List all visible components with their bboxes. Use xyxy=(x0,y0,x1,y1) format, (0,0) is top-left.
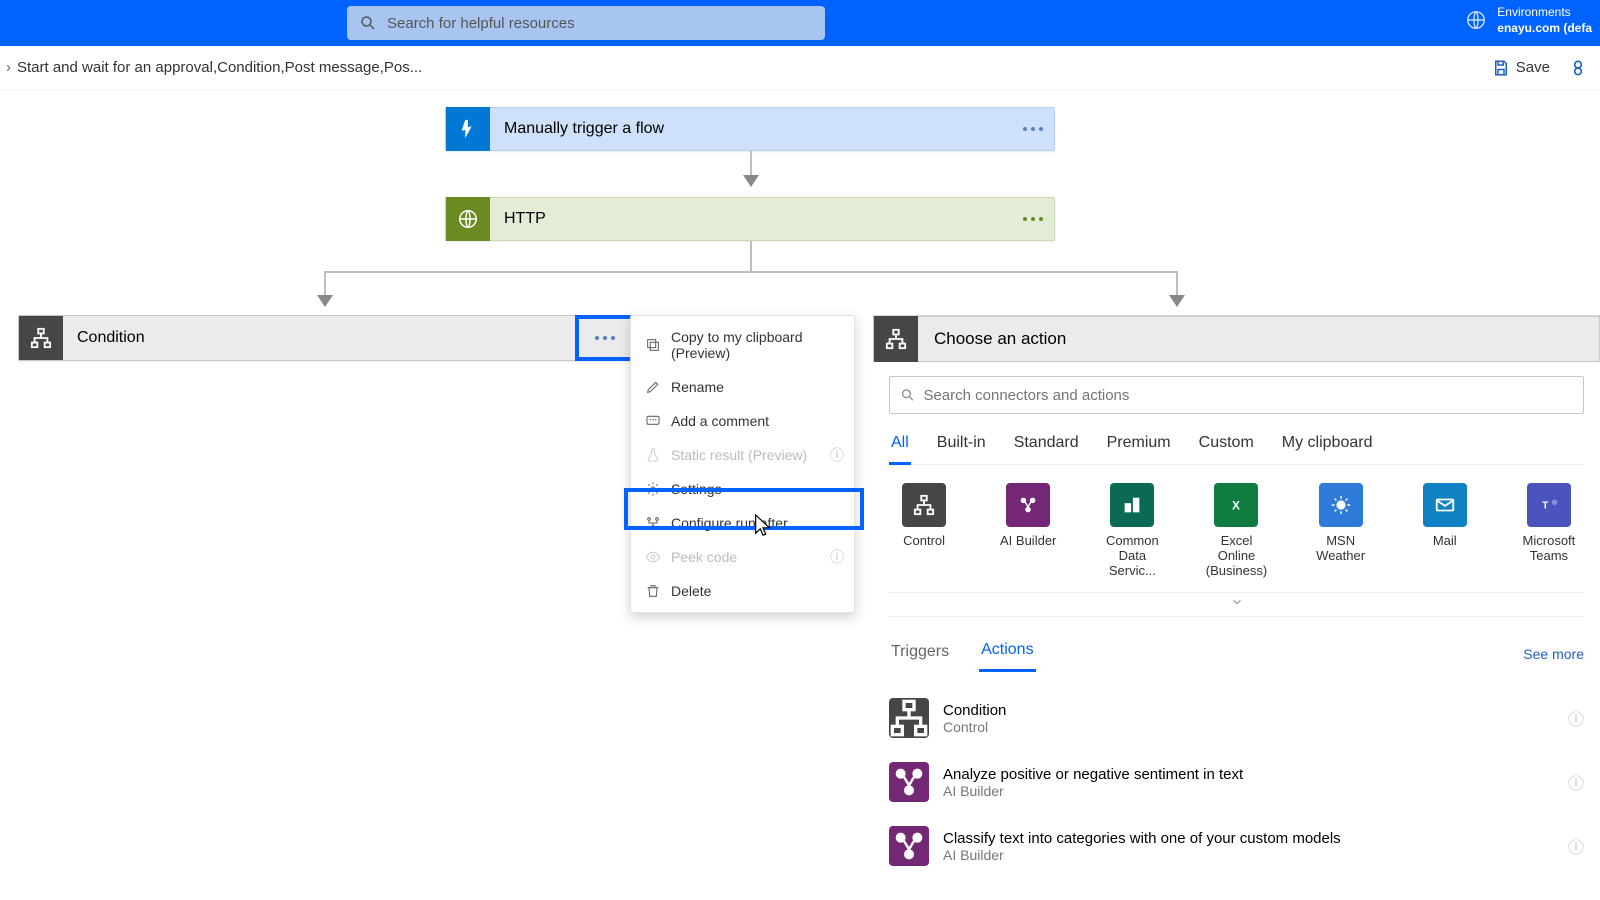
info-icon[interactable]: ⓘ xyxy=(1568,770,1584,794)
gear-icon xyxy=(645,481,661,497)
svg-text:T: T xyxy=(1542,501,1549,512)
copy-icon xyxy=(645,337,661,353)
connector-msn-weather[interactable]: MSN Weather xyxy=(1306,483,1376,578)
action-row[interactable]: Analyze positive or negative sentiment i… xyxy=(889,750,1584,814)
save-button-label: Save xyxy=(1516,59,1550,76)
flask-icon xyxy=(645,447,661,463)
connector-excel-online-business-[interactable]: XExcel Online (Business) xyxy=(1201,483,1271,578)
choose-action-header[interactable]: Choose an action xyxy=(873,316,1600,362)
connector-line xyxy=(750,151,752,175)
command-bar: › Start and wait for an approval,Conditi… xyxy=(0,46,1600,90)
search-icon xyxy=(359,14,377,32)
comment-icon xyxy=(645,413,661,429)
info-icon[interactable]: ⓘ xyxy=(830,445,844,465)
http-card[interactable]: HTTP xyxy=(445,197,1055,241)
environment-icon xyxy=(1465,9,1487,31)
arrow-down-icon xyxy=(1169,295,1185,307)
svg-text:X: X xyxy=(1233,499,1241,513)
chevron-down-icon xyxy=(1230,595,1244,609)
choose-action-icon xyxy=(874,316,918,362)
trigger-title: Manually trigger a flow xyxy=(490,120,1012,138)
condition-card[interactable]: Condition xyxy=(18,315,636,361)
pencil-icon xyxy=(645,379,661,395)
trash-icon xyxy=(645,583,661,599)
menu-static-result: Static result (Preview) ⓘ xyxy=(631,438,854,472)
branch-icon xyxy=(645,515,661,531)
info-icon[interactable]: ⓘ xyxy=(1568,706,1584,730)
category-tabs: All Built-in Standard Premium Custom My … xyxy=(889,428,1584,465)
environment-name: enayu.com (defa xyxy=(1497,21,1592,35)
tab-custom[interactable]: Custom xyxy=(1197,428,1256,464)
choose-action-title: Choose an action xyxy=(918,329,1066,349)
flow-canvas[interactable]: Manually trigger a flow HTTP Condition C… xyxy=(0,90,1600,900)
expand-connectors[interactable] xyxy=(889,592,1584,617)
tab-my-clipboard[interactable]: My clipboard xyxy=(1280,428,1375,464)
connector-microsoft-teams[interactable]: TMicrosoft Teams xyxy=(1514,483,1584,578)
breadcrumb[interactable]: Start and wait for an approval,Condition… xyxy=(17,59,422,76)
menu-add-comment[interactable]: Add a comment xyxy=(631,404,854,438)
connector-line xyxy=(324,271,326,295)
trigger-card[interactable]: Manually trigger a flow xyxy=(445,107,1055,151)
connector-line xyxy=(1176,271,1178,295)
flow-checker-icon[interactable] xyxy=(1568,58,1588,78)
connector-mail[interactable]: Mail xyxy=(1410,483,1480,578)
action-row[interactable]: ConditionControlⓘ xyxy=(889,686,1584,750)
trigger-more-button[interactable] xyxy=(1012,127,1054,131)
eye-icon xyxy=(645,549,661,565)
info-icon[interactable]: ⓘ xyxy=(1568,834,1584,858)
arrow-down-icon xyxy=(743,175,759,187)
connector-line xyxy=(750,241,752,271)
info-icon[interactable]: ⓘ xyxy=(830,547,844,567)
action-list: ConditionControlⓘAnalyze positive or neg… xyxy=(889,686,1584,878)
http-title: HTTP xyxy=(490,210,1012,228)
connector-search-input[interactable] xyxy=(923,387,1573,404)
top-bar: Environments enayu.com (defa xyxy=(0,0,1600,46)
condition-title: Condition xyxy=(63,329,575,347)
connector-search[interactable] xyxy=(889,376,1584,414)
tab-premium[interactable]: Premium xyxy=(1105,428,1173,464)
connector-line xyxy=(324,271,1178,273)
search-icon xyxy=(900,387,915,403)
menu-peek-code: Peek code ⓘ xyxy=(631,540,854,574)
tab-built-in[interactable]: Built-in xyxy=(935,428,988,464)
menu-configure-run-after[interactable]: Configure run after xyxy=(631,506,854,540)
trigger-action-tabs: Triggers Actions See more xyxy=(889,635,1584,672)
choose-action-panel: Choose an action All Built-in Standard P… xyxy=(873,315,1600,900)
tab-triggers[interactable]: Triggers xyxy=(889,637,951,671)
tab-actions[interactable]: Actions xyxy=(979,635,1035,672)
environment-picker[interactable]: Environments enayu.com (defa xyxy=(1465,4,1592,36)
connector-control[interactable]: Control xyxy=(889,483,959,578)
arrow-down-icon xyxy=(317,295,333,307)
breadcrumb-chevron-icon: › xyxy=(6,59,11,76)
menu-rename[interactable]: Rename xyxy=(631,370,854,404)
menu-settings[interactable]: Settings xyxy=(631,472,854,506)
save-icon xyxy=(1492,59,1510,77)
global-search-input[interactable] xyxy=(387,15,813,32)
save-button[interactable]: Save xyxy=(1492,59,1550,77)
connector-grid: Control AI Builder Common Data Servic... XE… xyxy=(889,483,1584,578)
http-more-button[interactable] xyxy=(1012,217,1054,221)
context-menu: Copy to my clipboard (Preview) Rename Ad… xyxy=(630,315,855,613)
condition-more-button[interactable] xyxy=(575,315,635,361)
environment-label: Environments xyxy=(1497,4,1592,20)
action-row[interactable]: Classify text into categories with one o… xyxy=(889,814,1584,878)
menu-delete[interactable]: Delete xyxy=(631,574,854,608)
menu-copy[interactable]: Copy to my clipboard (Preview) xyxy=(631,320,854,370)
see-more-link[interactable]: See more xyxy=(1523,646,1584,662)
condition-icon xyxy=(19,316,63,360)
http-icon xyxy=(446,197,490,241)
global-search[interactable] xyxy=(347,6,825,40)
tab-standard[interactable]: Standard xyxy=(1012,428,1081,464)
connector-common-data-servic-[interactable]: Common Data Servic... xyxy=(1097,483,1167,578)
connector-ai-builder[interactable]: AI Builder xyxy=(993,483,1063,578)
tab-all[interactable]: All xyxy=(889,428,911,465)
trigger-icon xyxy=(446,107,490,151)
